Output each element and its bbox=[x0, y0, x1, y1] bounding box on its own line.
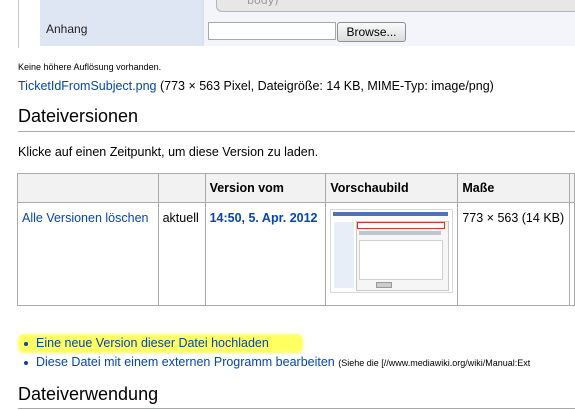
file-info-line: TicketIdFromSubject.png (773 × 563 Pixel… bbox=[18, 79, 494, 93]
status-cell: aktuell bbox=[157, 202, 206, 306]
header-dimensions: Maße bbox=[457, 173, 571, 203]
form-label-cell: Anhang bbox=[40, 0, 202, 46]
content-left-border bbox=[18, 0, 19, 48]
header-version-date: Version vom bbox=[204, 173, 327, 203]
file-details: (773 × 563 Pixel, Dateigröße: 14 KB, MIM… bbox=[159, 79, 494, 93]
header-cut-off bbox=[569, 173, 575, 203]
thumbnail-sidebar bbox=[334, 222, 355, 288]
upload-new-version-link[interactable]: Eine neue Version dieser Datei hochladen bbox=[36, 336, 269, 350]
versions-instruction: Klicke auf einen Zeitpunkt, um diese Ver… bbox=[18, 145, 319, 159]
bullet-icon bbox=[24, 361, 28, 365]
list-item: Diese Datei mit einem externen Programm … bbox=[18, 353, 530, 372]
bullet-icon bbox=[24, 342, 28, 346]
body-textarea[interactable]: body) bbox=[216, 0, 575, 12]
version-date-link[interactable]: 14:50, 5. Apr. 2012 bbox=[210, 211, 318, 225]
date-cell: 14:50, 5. Apr. 2012 bbox=[204, 202, 327, 306]
versions-heading: Dateiversionen bbox=[18, 106, 139, 126]
edit-external-link[interactable]: Diese Datei mit einem externen Programm … bbox=[36, 355, 335, 369]
thumbnail-highlight-box bbox=[357, 222, 446, 229]
thumbnail-button bbox=[376, 282, 393, 288]
upload-form-fragment: Anhang body) Browse... bbox=[40, 0, 575, 46]
versions-heading-rule bbox=[18, 131, 575, 132]
file-versions-table: Version vom Vorschaubild Maße Alle Versi… bbox=[17, 173, 575, 306]
file-name-link[interactable]: TicketIdFromSubject.png bbox=[18, 79, 156, 93]
attachment-label: Anhang bbox=[46, 22, 88, 36]
thumbnail-textarea bbox=[359, 240, 444, 280]
usage-heading-rule bbox=[18, 408, 575, 409]
delete-all-versions-link[interactable]: Alle Versionen löschen bbox=[22, 211, 148, 225]
thumbnail-cell bbox=[325, 202, 459, 306]
header-empty-2 bbox=[157, 173, 206, 203]
usage-heading: Dateiverwendung bbox=[18, 384, 159, 404]
header-empty-1 bbox=[17, 173, 159, 203]
browse-button[interactable]: Browse... bbox=[337, 22, 406, 42]
file-actions-list: Eine neue Version dieser Datei hochladen… bbox=[18, 334, 530, 372]
thumbnail-toolbar bbox=[359, 231, 442, 235]
cut-off-cell bbox=[569, 202, 575, 306]
no-higher-resolution-note: Keine höhere Auflösung vorhanden. bbox=[18, 62, 162, 72]
edit-external-note: (Siehe die [//www.mediawiki.org/wiki/Man… bbox=[338, 358, 531, 368]
dimensions-cell: 773 × 563 (14 KB) bbox=[457, 202, 571, 306]
form-input-cell: body) Browse... bbox=[204, 0, 575, 46]
delete-all-cell: Alle Versionen löschen bbox=[17, 202, 159, 306]
table-header-row: Version vom Vorschaubild Maße bbox=[17, 173, 575, 203]
attachment-file-input[interactable] bbox=[208, 22, 336, 40]
version-thumbnail[interactable] bbox=[330, 209, 454, 293]
list-item: Eine neue Version dieser Datei hochladen bbox=[18, 334, 530, 353]
thumbnail-topbar bbox=[333, 212, 449, 216]
header-thumbnail: Vorschaubild bbox=[325, 173, 459, 203]
table-row: Alle Versionen löschen aktuell 14:50, 5.… bbox=[17, 202, 575, 306]
